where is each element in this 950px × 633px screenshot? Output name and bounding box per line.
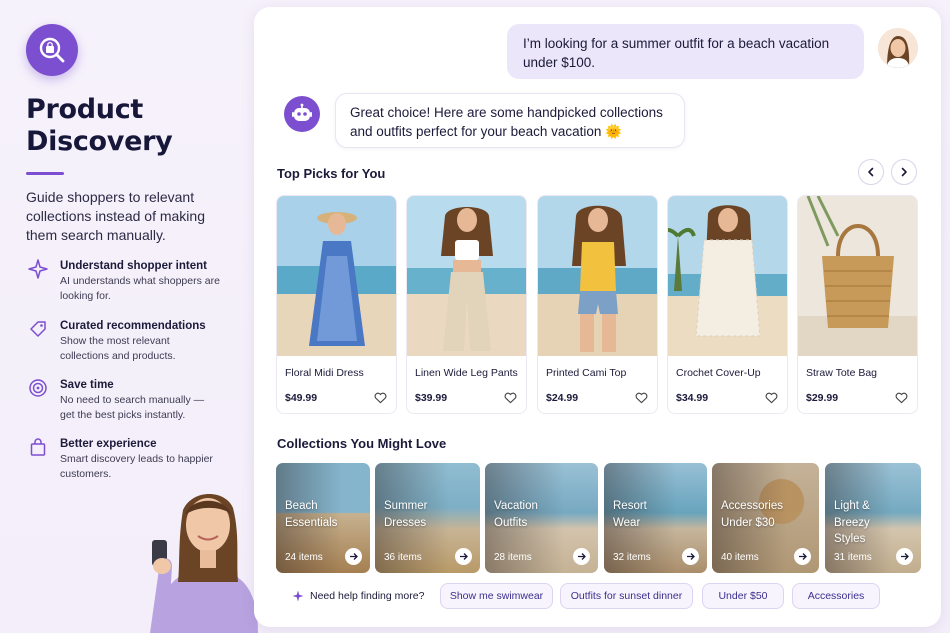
- search-bag-logo-icon: [26, 24, 78, 76]
- collection-card[interactable]: Light & Breezy Styles 31 items: [825, 463, 921, 573]
- product-name: Linen Wide Leg Pants: [415, 367, 518, 379]
- product-image: [798, 196, 917, 356]
- feature-item: Understand shopper intent AI understands …: [26, 259, 220, 304]
- product-name: Printed Cami Top: [546, 367, 627, 379]
- product-image: [668, 196, 787, 356]
- collection-count: 31 items: [834, 552, 872, 563]
- heart-icon[interactable]: [374, 392, 387, 404]
- product-card[interactable]: Linen Wide Leg Pants $39.99: [406, 195, 527, 414]
- heart-icon[interactable]: [765, 392, 778, 404]
- feature-desc: AI understands what shoppers are looking…: [60, 275, 220, 302]
- user-avatar: [878, 28, 918, 68]
- intro-text: Guide shoppers to relevant collections i…: [26, 189, 205, 243]
- collection-card[interactable]: Resort Wear 32 items: [604, 463, 707, 573]
- bot-avatar-icon: [284, 96, 320, 132]
- suggestion-chip-sunset-dinner[interactable]: Outfits for sunset dinner: [560, 583, 693, 609]
- feature-title: Curated recommendations: [60, 320, 206, 332]
- product-card[interactable]: Floral Midi Dress $49.99: [276, 195, 397, 414]
- sparkle-icon: [292, 590, 304, 602]
- carousel-next-button[interactable]: [891, 159, 917, 185]
- help-prompt: Need help finding more?: [292, 590, 424, 602]
- collections-heading: Collections You Might Love: [277, 436, 447, 451]
- heart-icon[interactable]: [635, 392, 648, 404]
- suggestion-chip-swimwear[interactable]: Show me swimwear: [440, 583, 553, 609]
- product-image: [407, 196, 526, 356]
- product-name: Straw Tote Bag: [806, 367, 878, 379]
- collection-count: 32 items: [613, 552, 651, 563]
- arrow-right-icon[interactable]: [455, 548, 472, 565]
- feature-item: Curated recommendations Show the most rel…: [26, 319, 220, 364]
- chevron-right-icon: [901, 167, 907, 177]
- heart-icon[interactable]: [504, 392, 517, 404]
- page-title: Product Discovery: [26, 94, 252, 158]
- title-line-1: Product: [26, 94, 144, 125]
- product-name: Floral Midi Dress: [285, 367, 364, 379]
- collection-card[interactable]: Summer Dresses 36 items: [375, 463, 480, 573]
- collection-count: 36 items: [384, 552, 422, 563]
- feature-title: Better experience: [60, 438, 157, 450]
- arrow-right-icon[interactable]: [682, 548, 699, 565]
- shopping-bag-icon: [26, 437, 50, 461]
- product-price: $24.99: [546, 392, 579, 404]
- feature-title: Understand shopper intent: [60, 260, 207, 272]
- collection-card[interactable]: Beach Essentials 24 items: [276, 463, 370, 573]
- title-divider: [26, 172, 64, 175]
- product-image: [538, 196, 657, 356]
- product-price: $34.99: [676, 392, 709, 404]
- bot-message: Great choice! Here are some handpicked c…: [335, 93, 685, 148]
- collection-title: Vacation Outfits: [494, 500, 538, 529]
- user-message: I’m looking for a summer outfit for a be…: [507, 24, 864, 79]
- help-prompt-label: Need help finding more?: [310, 590, 425, 602]
- arrow-right-icon[interactable]: [794, 548, 811, 565]
- product-card[interactable]: Crochet Cover-Up $34.99: [667, 195, 788, 414]
- collection-title: Beach Essentials: [285, 500, 338, 529]
- target-icon: [26, 378, 50, 402]
- suggestion-chip-under-50[interactable]: Under $50: [702, 583, 784, 609]
- carousel-prev-button[interactable]: [858, 159, 884, 185]
- product-name: Crochet Cover-Up: [676, 367, 761, 379]
- collection-count: 28 items: [494, 552, 532, 563]
- product-price: $39.99: [415, 392, 448, 404]
- collection-count: 24 items: [285, 552, 323, 563]
- feature-title: Save time: [60, 379, 114, 391]
- collection-card[interactable]: Accessories Under $30 40 items: [712, 463, 819, 573]
- feature-desc: No need to search manually — get the bes…: [60, 394, 205, 421]
- arrow-right-icon[interactable]: [345, 548, 362, 565]
- arrow-right-icon[interactable]: [573, 548, 590, 565]
- product-price: $49.99: [285, 392, 318, 404]
- collection-count: 40 items: [721, 552, 759, 563]
- title-line-2: Discovery: [26, 126, 173, 157]
- sparkle-icon: [26, 259, 50, 283]
- collection-title: Summer Dresses: [384, 500, 428, 529]
- product-card[interactable]: Printed Cami Top $24.99: [537, 195, 658, 414]
- tag-icon: [26, 319, 50, 343]
- feature-desc: Show the most relevant collections and p…: [60, 335, 176, 362]
- heart-icon[interactable]: [895, 392, 908, 404]
- top-picks-heading: Top Picks for You: [277, 166, 386, 181]
- collection-card[interactable]: Vacation Outfits 28 items: [485, 463, 598, 573]
- collection-title: Light & Breezy Styles: [834, 500, 870, 545]
- feature-item: Save time No need to search manually — ge…: [26, 378, 220, 423]
- product-price: $29.99: [806, 392, 839, 404]
- product-image: [277, 196, 396, 356]
- chat-panel: I’m looking for a summer outfit for a be…: [254, 7, 941, 627]
- product-card[interactable]: Straw Tote Bag $29.99: [797, 195, 918, 414]
- chevron-left-icon: [868, 167, 874, 177]
- collection-title: Resort Wear: [613, 500, 647, 529]
- suggestion-chip-accessories[interactable]: Accessories: [792, 583, 880, 609]
- collection-title: Accessories Under $30: [721, 500, 783, 529]
- arrow-right-icon[interactable]: [896, 548, 913, 565]
